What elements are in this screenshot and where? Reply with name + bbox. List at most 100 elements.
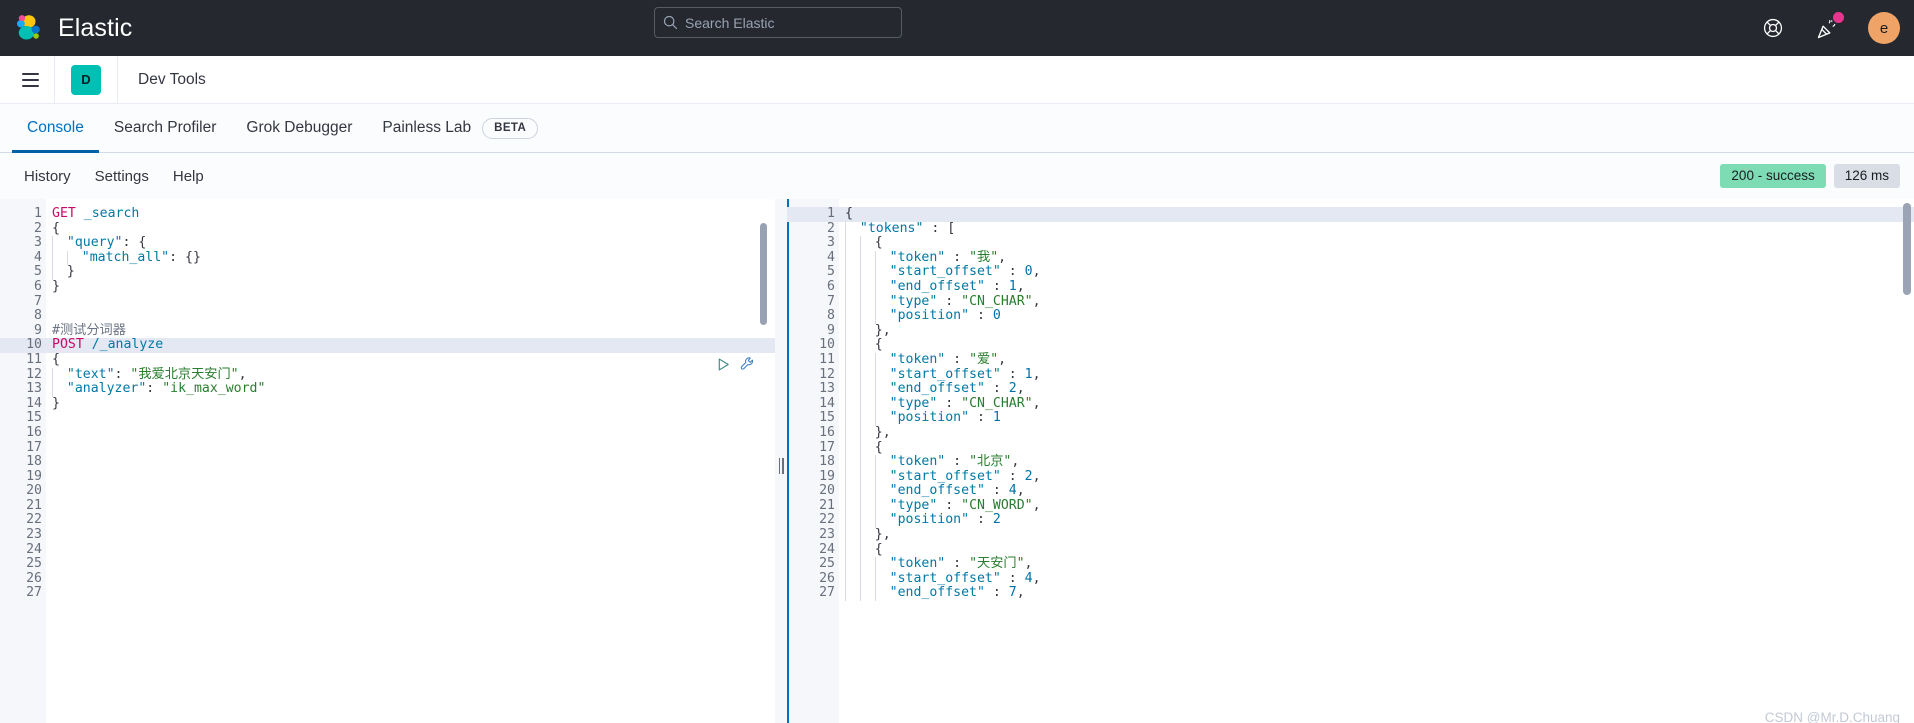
elastic-logo-icon[interactable] (0, 0, 56, 56)
breadcrumb-divider-2 (117, 55, 118, 104)
code-line: "start_offset" : 2, (839, 469, 1914, 485)
code-line: "position" : 2 (839, 513, 1914, 529)
line-number: 5 (827, 264, 835, 280)
line-number: 4 (827, 249, 835, 265)
history-button[interactable]: History (12, 168, 83, 185)
line-number: 8 (827, 308, 835, 324)
app-badge-devtools[interactable]: D (71, 64, 101, 95)
global-search[interactable]: Search Elastic (654, 7, 902, 38)
code-line: "token" : "北京", (839, 454, 1914, 470)
top-header: Elastic Search Elastic e (0, 0, 1914, 56)
console-editor-area: 12▾3▾45▴6▴7891011▾121314▴151617181920212… (0, 199, 1914, 723)
line-number: 23▴ (787, 527, 848, 543)
response-viewer-pane[interactable]: 1▾2▾3▾456789▴10▾111213141516▴17▾18192021… (787, 199, 1914, 723)
code-line: "token" : "爱", (839, 352, 1914, 368)
code-line: } (46, 265, 775, 280)
line-number: 26 (819, 570, 835, 586)
code-line: "end_offset" : 7, (839, 586, 1914, 602)
code-line: "start_offset" : 0, (839, 265, 1914, 280)
lifebuoy-help-icon[interactable] (1760, 15, 1786, 41)
request-action-icons (716, 356, 755, 372)
code-line: "type" : "CN_WORD", (839, 498, 1914, 514)
line-number: 10 (0, 338, 46, 353)
settings-button[interactable]: Settings (83, 168, 161, 185)
console-sub-toolbar: History Settings Help 200 - success 126 … (0, 153, 1914, 199)
breadcrumb-title[interactable]: Dev Tools (138, 71, 206, 89)
search-input[interactable]: Search Elastic (685, 15, 774, 31)
tab-search-profiler[interactable]: Search Profiler (99, 104, 232, 153)
response-line-numbers: 1▾2▾3▾456789▴10▾111213141516▴17▾18192021… (787, 199, 848, 723)
code-line: "start_offset" : 1, (839, 367, 1914, 383)
line-number: 13 (26, 381, 42, 397)
code-line: }, (839, 323, 1914, 339)
hamburger-menu-icon[interactable] (6, 56, 54, 104)
line-number: 24 (26, 541, 42, 557)
request-line-numbers: 12▾3▾45▴6▴7891011▾121314▴151617181920212… (0, 199, 55, 723)
code-line: { (839, 440, 1914, 456)
line-number: 18 (26, 454, 42, 470)
header-actions: e (1760, 0, 1900, 56)
line-number: 25 (26, 556, 42, 572)
help-button[interactable]: Help (161, 168, 216, 185)
play-run-request-icon[interactable] (716, 357, 731, 372)
tab-console[interactable]: Console (12, 104, 99, 153)
line-number: 24▾ (787, 542, 848, 558)
line-number: 27 (26, 585, 42, 601)
breadcrumb-divider-1 (54, 55, 55, 104)
code-line: { (839, 338, 1914, 353)
line-number: 12 (26, 366, 42, 382)
code-line: "match_all": {} (46, 250, 775, 266)
line-number: 21 (819, 497, 835, 513)
code-line: "type" : "CN_CHAR", (839, 396, 1914, 412)
code-line: { (839, 206, 1914, 222)
code-line: "token" : "我", (839, 250, 1914, 266)
wrench-options-icon[interactable] (739, 356, 755, 372)
code-line: "end_offset" : 4, (839, 483, 1914, 499)
tab-bar: Console Search Profiler Grok Debugger Pa… (0, 104, 1914, 153)
line-number: 22 (26, 512, 42, 528)
code-line: { (839, 235, 1914, 251)
line-number: 18 (819, 454, 835, 470)
tab-grok-debugger[interactable]: Grok Debugger (231, 104, 367, 153)
line-number: 14▴ (0, 396, 55, 412)
brand-title: Elastic (58, 13, 133, 42)
code-line: }, (839, 527, 1914, 543)
line-number: 1 (34, 206, 42, 221)
line-number: 14 (819, 395, 835, 411)
code-line: GET _search (52, 206, 140, 221)
user-avatar[interactable]: e (1868, 12, 1900, 44)
request-scrollbar[interactable] (760, 223, 767, 325)
code-line: "tokens" : [ (839, 221, 1914, 237)
code-line: "type" : "CN_CHAR", (839, 294, 1914, 310)
line-number: 27 (819, 585, 835, 601)
code-line: "text": "我爱北京天安门", (46, 367, 775, 383)
line-number: 16 (26, 424, 42, 440)
status-badge: 200 - success (1720, 164, 1826, 188)
line-number: 12 (819, 366, 835, 382)
code-line: "start_offset" : 4, (839, 571, 1914, 587)
line-number: 21 (26, 497, 42, 513)
request-editor-pane[interactable]: 12▾3▾45▴6▴7891011▾121314▴151617181920212… (0, 199, 775, 723)
line-number: 17▾ (787, 440, 848, 456)
code-line: "position" : 1 (839, 411, 1914, 426)
request-code[interactable]: GET _search{"query": {"match_all": {}}} … (46, 199, 775, 723)
beta-badge: BETA (482, 117, 539, 139)
search-icon (663, 15, 678, 30)
pane-resizer[interactable] (775, 199, 787, 723)
response-code: {"tokens" : [{"token" : "我", "start_offse… (839, 199, 1914, 723)
code-line: } (52, 395, 60, 411)
response-scrollbar[interactable] (1903, 203, 1911, 295)
tab-painless-lab[interactable]: Painless Lab (367, 104, 486, 153)
line-number: 3▾ (787, 236, 848, 251)
code-line: { (52, 351, 60, 367)
code-line: POST /_analyze (46, 338, 775, 353)
party-announcement-icon[interactable] (1814, 12, 1844, 41)
